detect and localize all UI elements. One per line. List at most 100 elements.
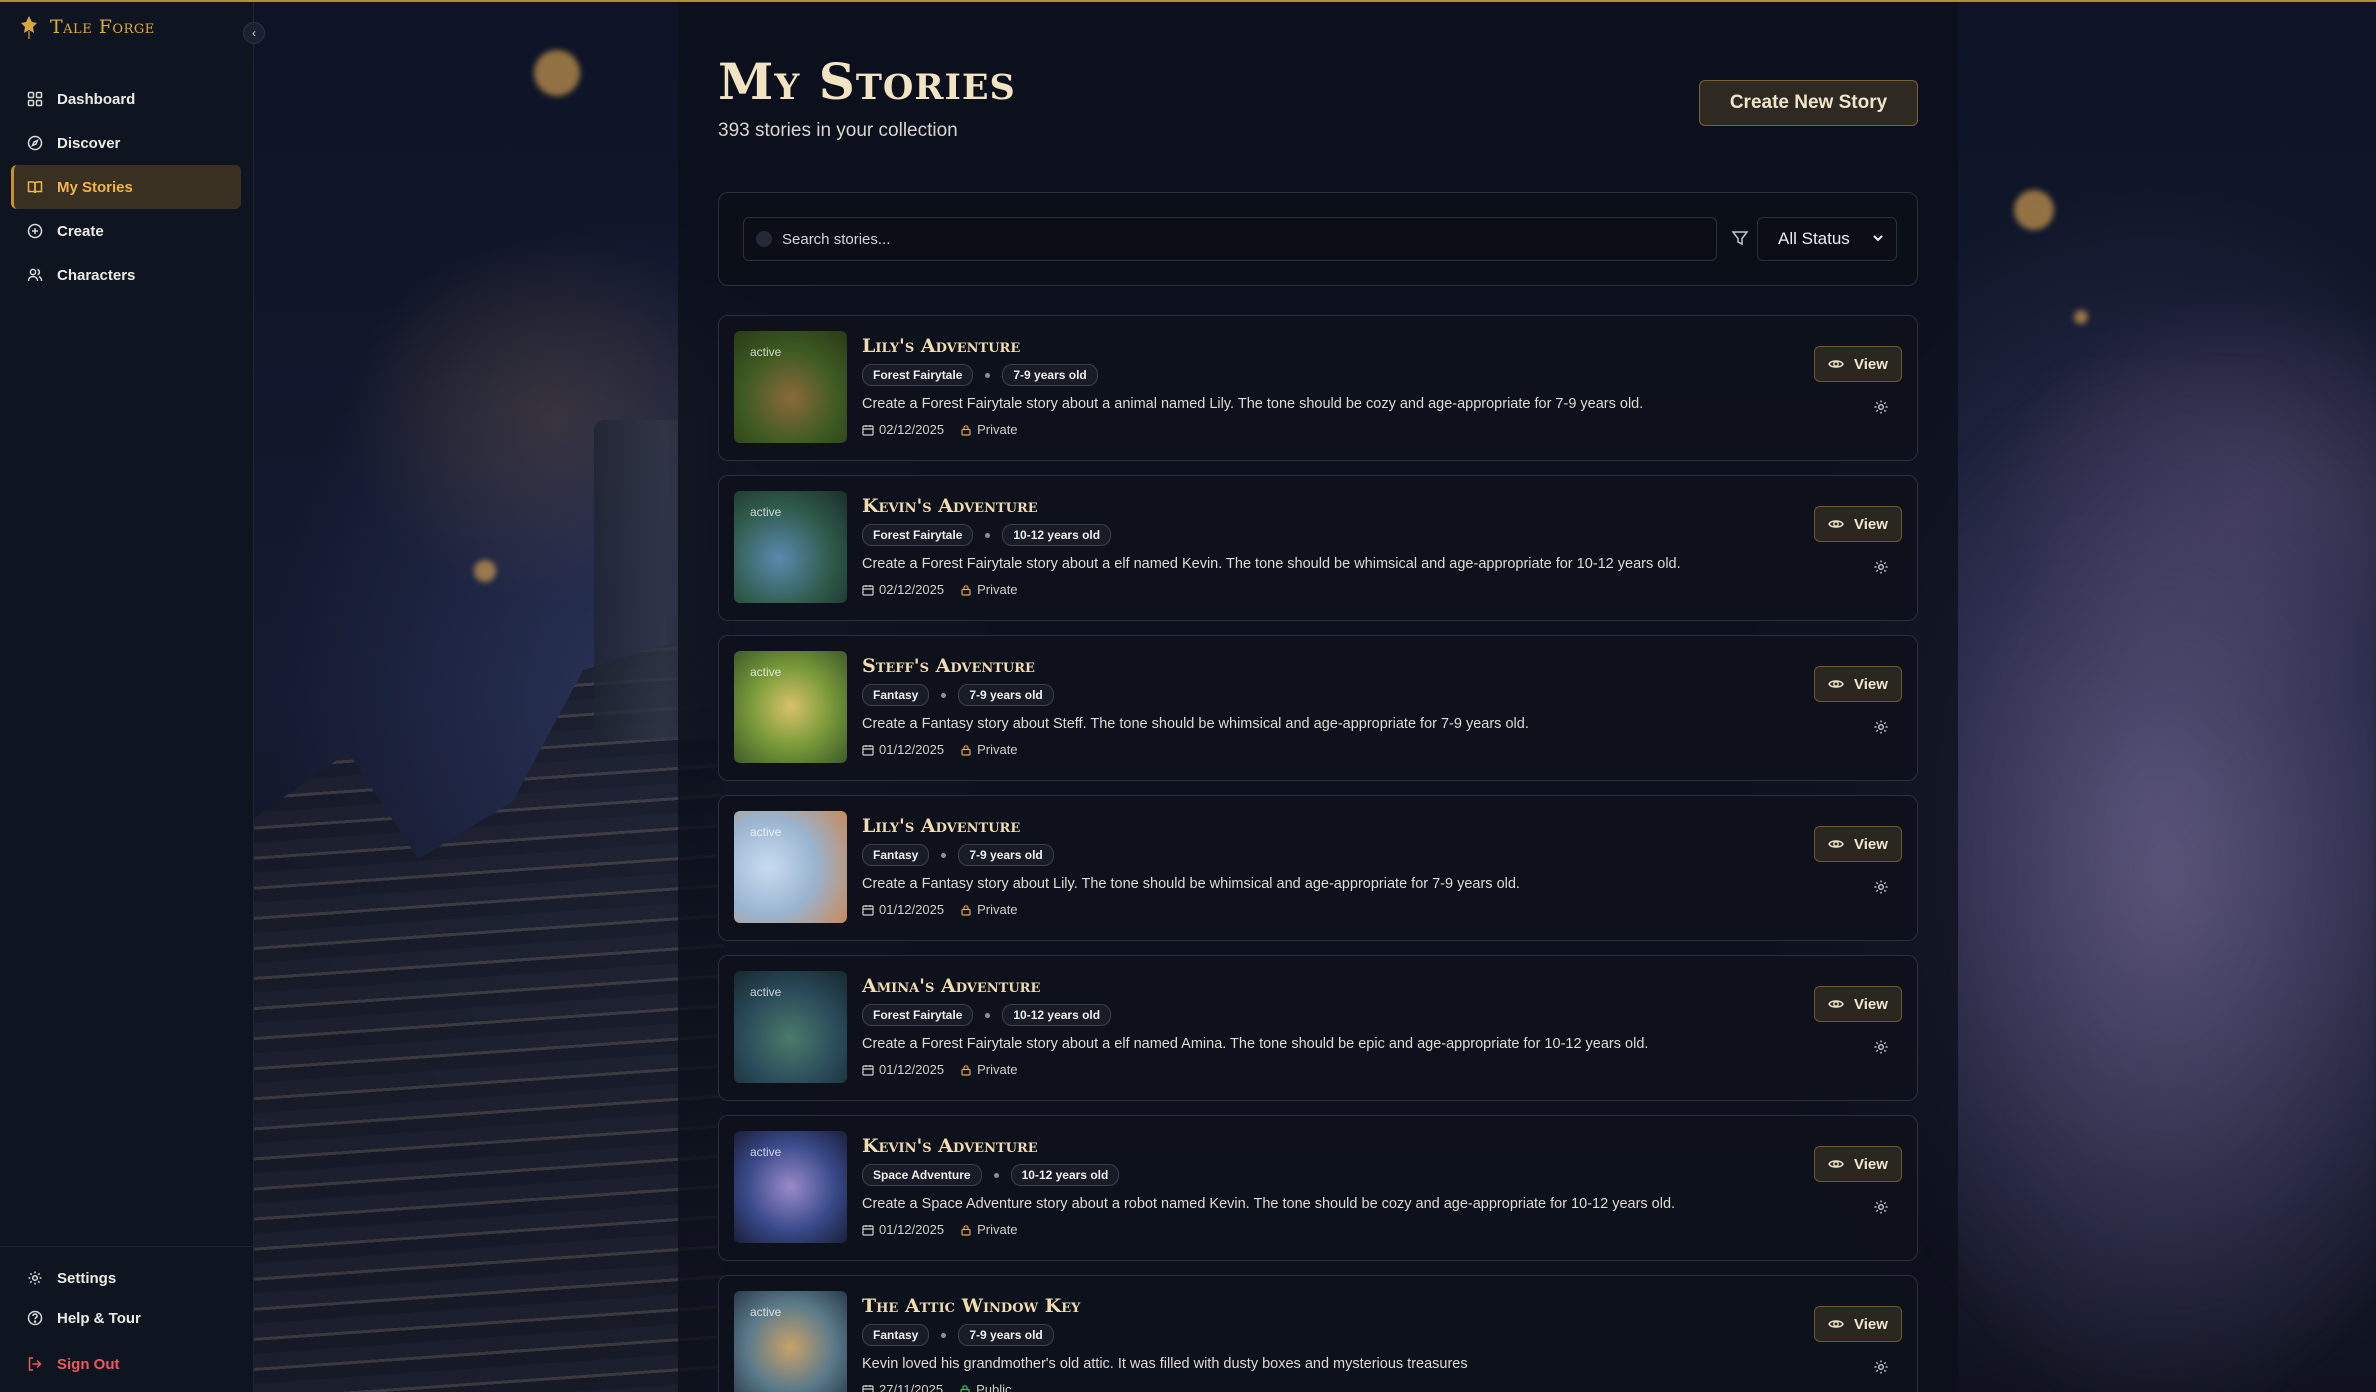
story-card[interactable]: active Kevin's Adventure Space Adventure… bbox=[718, 1115, 1918, 1261]
view-story-button[interactable]: View bbox=[1814, 1146, 1902, 1182]
users-icon bbox=[27, 267, 43, 283]
story-cover-image[interactable]: active bbox=[734, 651, 847, 763]
genre-tag: Forest Fairytale bbox=[862, 364, 974, 386]
tag-separator bbox=[993, 1172, 999, 1178]
story-date: 02/12/2025 bbox=[862, 422, 944, 437]
calendar-icon bbox=[862, 584, 874, 596]
sidebar-item-help[interactable]: Help & Tour bbox=[11, 1298, 241, 1338]
story-description: Create a Fantasy story about Lily. The t… bbox=[862, 876, 1520, 892]
genre-tag: Fantasy bbox=[862, 684, 930, 706]
story-title[interactable]: Kevin's Adventure bbox=[862, 495, 1038, 517]
quill-icon bbox=[20, 14, 38, 40]
sidebar-item-my-stories[interactable]: My Stories bbox=[11, 165, 241, 209]
story-card[interactable]: active Steff's Adventure Fantasy 7-9 yea… bbox=[718, 635, 1918, 781]
chevron-down-icon bbox=[1872, 229, 1884, 249]
story-title[interactable]: Lily's Adventure bbox=[862, 815, 1020, 837]
story-title[interactable]: Lily's Adventure bbox=[862, 335, 1020, 357]
sign-out-button[interactable]: Sign Out bbox=[11, 1344, 241, 1384]
search-placeholder: Search stories... bbox=[782, 230, 891, 248]
logout-icon bbox=[27, 1356, 43, 1372]
story-visibility: Private bbox=[960, 582, 1018, 597]
story-title[interactable]: Steff's Adventure bbox=[862, 655, 1035, 677]
sidebar-item-discover[interactable]: Discover bbox=[11, 121, 241, 165]
story-settings-gear-icon[interactable] bbox=[1873, 399, 1889, 415]
lock-icon bbox=[961, 744, 971, 756]
status-badge: active bbox=[750, 1305, 782, 1319]
story-tags: Forest Fairytale 10-12 years old bbox=[862, 1004, 1112, 1026]
genre-tag: Fantasy bbox=[862, 1324, 930, 1346]
story-cover-image[interactable]: active bbox=[734, 811, 847, 923]
story-settings-gear-icon[interactable] bbox=[1873, 559, 1889, 575]
story-settings-gear-icon[interactable] bbox=[1873, 1199, 1889, 1215]
age-tag: 7-9 years old bbox=[958, 1324, 1054, 1346]
view-story-button[interactable]: View bbox=[1814, 506, 1902, 542]
story-card[interactable]: active Lily's Adventure Forest Fairytale… bbox=[718, 315, 1918, 461]
lock-icon bbox=[961, 584, 971, 596]
eye-icon bbox=[1828, 840, 1844, 848]
story-card[interactable]: active Lily's Adventure Fantasy 7-9 year… bbox=[718, 795, 1918, 941]
view-story-button[interactable]: View bbox=[1814, 1306, 1902, 1342]
story-cover-image[interactable]: active bbox=[734, 331, 847, 443]
story-meta: 02/12/2025 Private bbox=[862, 582, 1018, 597]
story-title[interactable]: The Attic Window Key bbox=[862, 1295, 1080, 1317]
eye-icon bbox=[1828, 360, 1844, 368]
search-icon bbox=[756, 231, 772, 247]
create-new-story-button[interactable]: Create New Story bbox=[1699, 80, 1918, 126]
view-story-button[interactable]: View bbox=[1814, 826, 1902, 862]
calendar-icon bbox=[862, 904, 874, 916]
story-settings-gear-icon[interactable] bbox=[1873, 879, 1889, 895]
story-card[interactable]: active The Attic Window Key Fantasy 7-9 … bbox=[718, 1275, 1918, 1392]
story-tags: Forest Fairytale 7-9 years old bbox=[862, 364, 1098, 386]
story-settings-gear-icon[interactable] bbox=[1873, 719, 1889, 735]
story-meta: 27/11/2025 Public bbox=[862, 1382, 1012, 1392]
story-settings-gear-icon[interactable] bbox=[1873, 1359, 1889, 1375]
collapse-sidebar-button[interactable]: ‹ bbox=[243, 22, 265, 44]
story-description: Create a Fantasy story about Steff. The … bbox=[862, 716, 1529, 732]
status-badge: active bbox=[750, 825, 782, 839]
sidebar-item-label: Characters bbox=[57, 266, 136, 284]
view-story-button[interactable]: View bbox=[1814, 346, 1902, 382]
view-story-button[interactable]: View bbox=[1814, 666, 1902, 702]
sidebar-nav: Dashboard Discover My Stories Create Cha… bbox=[11, 77, 241, 297]
sidebar-item-label: Dashboard bbox=[57, 90, 136, 108]
plus-circle-icon bbox=[27, 223, 43, 239]
eye-icon bbox=[1828, 1000, 1844, 1008]
story-meta: 01/12/2025 Private bbox=[862, 1222, 1018, 1237]
story-cover-image[interactable]: active bbox=[734, 491, 847, 603]
story-card[interactable]: active Kevin's Adventure Forest Fairytal… bbox=[718, 475, 1918, 621]
story-description: Create a Forest Fairytale story about a … bbox=[862, 1036, 1649, 1052]
status-badge: active bbox=[750, 345, 782, 359]
search-input[interactable]: Search stories... bbox=[743, 217, 1717, 261]
calendar-icon bbox=[862, 744, 874, 756]
genre-tag: Forest Fairytale bbox=[862, 524, 974, 546]
lock-icon bbox=[961, 1224, 971, 1236]
sidebar-item-settings[interactable]: Settings bbox=[11, 1258, 241, 1298]
sidebar-item-characters[interactable]: Characters bbox=[11, 253, 241, 297]
story-title[interactable]: Amina's Adventure bbox=[862, 975, 1040, 997]
story-cover-image[interactable]: active bbox=[734, 1131, 847, 1243]
story-card[interactable]: active Amina's Adventure Forest Fairytal… bbox=[718, 955, 1918, 1101]
story-visibility: Public bbox=[959, 1382, 1012, 1392]
compass-icon bbox=[27, 135, 43, 151]
story-title[interactable]: Kevin's Adventure bbox=[862, 1135, 1038, 1157]
story-cover-image[interactable]: active bbox=[734, 1291, 847, 1392]
status-badge: active bbox=[750, 1145, 782, 1159]
eye-icon bbox=[1828, 520, 1844, 528]
story-tags: Space Adventure 10-12 years old bbox=[862, 1164, 1120, 1186]
genre-tag: Fantasy bbox=[862, 844, 930, 866]
sidebar-item-dashboard[interactable]: Dashboard bbox=[11, 77, 241, 121]
eye-icon bbox=[1828, 680, 1844, 688]
gear-icon bbox=[27, 1270, 43, 1286]
brand-logo[interactable]: Tale Forge bbox=[20, 14, 155, 40]
story-visibility: Private bbox=[960, 1062, 1018, 1077]
story-tags: Fantasy 7-9 years old bbox=[862, 844, 1054, 866]
status-filter-select[interactable]: All Status bbox=[1757, 217, 1897, 261]
view-story-button[interactable]: View bbox=[1814, 986, 1902, 1022]
main-panel: My Stories 393 stories in your collectio… bbox=[678, 0, 1958, 1392]
sidebar-item-create[interactable]: Create bbox=[11, 209, 241, 253]
status-badge: active bbox=[750, 665, 782, 679]
story-visibility: Private bbox=[960, 902, 1018, 917]
sidebar-item-label: Settings bbox=[57, 1269, 117, 1287]
story-settings-gear-icon[interactable] bbox=[1873, 1039, 1889, 1055]
story-cover-image[interactable]: active bbox=[734, 971, 847, 1083]
